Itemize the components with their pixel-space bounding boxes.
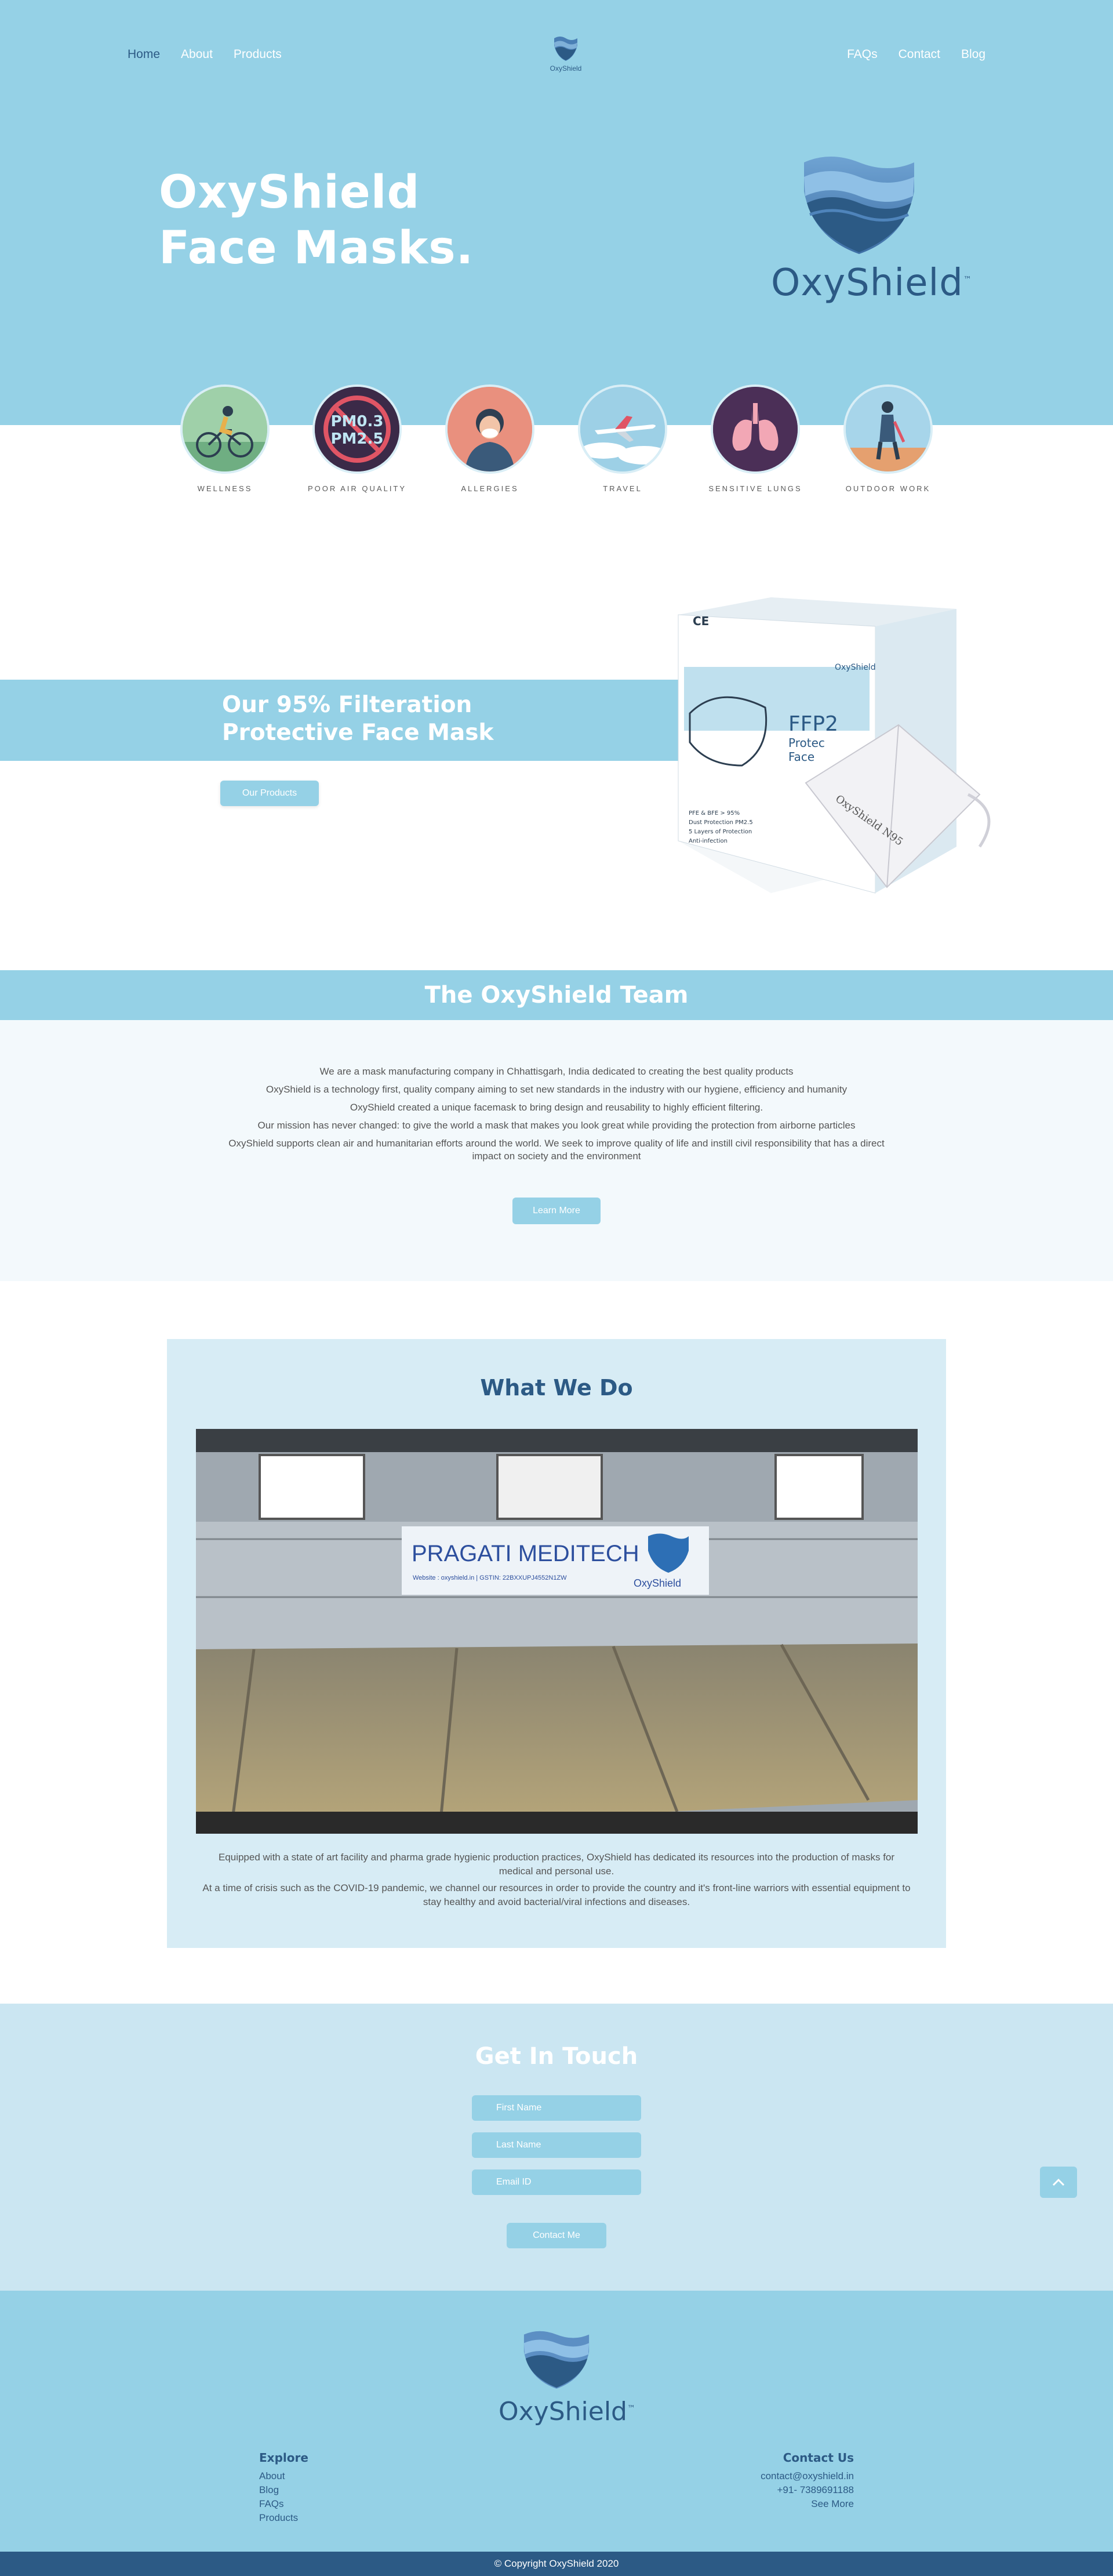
team-line: OxyShield is a technology first, quality… — [265, 1084, 848, 1095]
svg-text:Anti-infection: Anti-infection — [689, 838, 728, 844]
team-description: We are a mask manufacturing company in C… — [220, 1065, 893, 1168]
pm-particles-icon: PM0.3 PM2.5 — [312, 384, 402, 474]
usecase-outdoor-work: OUTDOOR WORK — [836, 384, 940, 493]
usecase-allergies: ALLERGIES — [438, 384, 542, 493]
contact-us-heading: Contact Us — [783, 2451, 854, 2465]
copyright-bar: © Copyright OxyShield 2020 — [0, 2552, 1113, 2576]
filtration-title: Our 95% Filteration Protective Face Mask — [222, 691, 493, 747]
nav-contact[interactable]: Contact — [899, 48, 940, 61]
shield-icon — [554, 37, 577, 61]
contact-title: Get In Touch — [475, 2043, 638, 2070]
filtration-title-line2: Protective Face Mask — [222, 720, 494, 746]
facility-photo: PRAGATI MEDITECH Website : oxyshield.in … — [196, 1429, 918, 1834]
footer-explore: Explore About Blog FAQs Products — [259, 2451, 308, 2525]
usecase-poor-air: PM0.3 PM2.5 POOR AIR QUALITY — [305, 384, 409, 493]
team-header: The OxyShield Team — [0, 970, 1113, 1020]
hero-title-line1: OxyShield — [159, 166, 420, 219]
worker-icon — [843, 384, 933, 474]
svg-text:Protec: Protec — [788, 736, 825, 750]
nav-logo-text: OxyShield — [550, 64, 582, 72]
footer-email[interactable]: contact@oxyshield.in — [761, 2469, 854, 2483]
footer-link-products[interactable]: Products — [259, 2511, 308, 2525]
nav-logo[interactable]: OxyShield — [545, 32, 587, 72]
footer-phone[interactable]: +91- 7389691188 — [761, 2483, 854, 2497]
nav-about[interactable]: About — [181, 48, 213, 61]
learn-more-button[interactable]: Learn More — [512, 1198, 601, 1224]
svg-text:PM0.3: PM0.3 — [331, 413, 384, 430]
scroll-to-top-button[interactable] — [1040, 2167, 1077, 2198]
usecase-label: ALLERGIES — [461, 484, 519, 493]
usecase-label: POOR AIR QUALITY — [307, 484, 407, 493]
lungs-icon — [711, 384, 800, 474]
last-name-field[interactable] — [472, 2132, 641, 2158]
team-section: We are a mask manufacturing company in C… — [0, 1020, 1113, 1281]
svg-text:PM2.5: PM2.5 — [331, 430, 384, 448]
team-line: OxyShield created a unique facemask to b… — [350, 1102, 763, 1113]
product-box-image: CE OxyShield FFP2 Protec Face PFE & BFE … — [655, 592, 997, 899]
svg-text:OxyShield: OxyShield — [835, 663, 876, 672]
nav-left: Home About Products — [128, 48, 282, 61]
footer-contact: Contact Us contact@oxyshield.in +91- 738… — [761, 2451, 854, 2511]
footer-link-faqs[interactable]: FAQs — [259, 2497, 308, 2511]
svg-text:5 Layers of Protection: 5 Layers of Protection — [689, 829, 752, 835]
nav-faqs[interactable]: FAQs — [847, 48, 878, 61]
our-products-button[interactable]: Our Products — [220, 781, 319, 806]
footer-logo-text: OxyShield™ — [499, 2397, 635, 2426]
contact-section: Get In Touch Contact Me — [0, 2004, 1113, 2291]
nav-right: FAQs Contact Blog — [847, 48, 985, 61]
filtration-title-line1: Our 95% Filteration — [222, 692, 472, 718]
usecase-label: TRAVEL — [603, 484, 642, 493]
what-we-do-description: Equipped with a state of art facility an… — [202, 1851, 911, 1912]
shield-logo-icon — [804, 157, 914, 254]
usecase-travel: TRAVEL — [570, 384, 675, 493]
footer-logo: OxyShield™ — [499, 2324, 635, 2426]
allergy-person-icon — [445, 384, 534, 474]
email-field[interactable] — [472, 2169, 641, 2195]
svg-text:FFP2: FFP2 — [788, 712, 838, 736]
svg-text:Dust Protection PM2.5: Dust Protection PM2.5 — [689, 819, 753, 826]
what-we-do-section: What We Do PRAGATI MEDITECH Website : ox… — [167, 1339, 946, 1948]
usecase-label: SENSITIVE LUNGS — [708, 484, 802, 493]
usecase-wellness: WELLNESS — [173, 384, 277, 493]
airplane-icon — [578, 384, 667, 474]
svg-text:OxyShield: OxyShield — [634, 1577, 681, 1589]
wwd-line: At a time of crisis such as the COVID-19… — [202, 1882, 911, 1907]
svg-text:PFE & BFE > 95%: PFE & BFE > 95% — [689, 810, 740, 817]
explore-heading: Explore — [259, 2451, 308, 2465]
first-name-field[interactable] — [472, 2095, 641, 2121]
nav-blog[interactable]: Blog — [961, 48, 985, 61]
footer: OxyShield™ Explore About Blog FAQs Produ… — [0, 2291, 1113, 2552]
hero-logo-text: OxyShield™ — [771, 262, 972, 304]
usecase-lungs: SENSITIVE LUNGS — [703, 384, 808, 493]
svg-text:PRAGATI MEDITECH: PRAGATI MEDITECH — [412, 1541, 639, 1566]
footer-link-about[interactable]: About — [259, 2469, 308, 2483]
shield-logo-icon — [523, 2331, 590, 2389]
team-title: The OxyShield Team — [424, 982, 689, 1008]
footer-see-more[interactable]: See More — [761, 2497, 854, 2511]
chevron-up-icon — [1052, 2178, 1065, 2186]
team-line: We are a mask manufacturing company in C… — [319, 1066, 794, 1077]
svg-text:CE: CE — [693, 614, 709, 628]
svg-text:Face: Face — [788, 750, 814, 764]
nav-products[interactable]: Products — [234, 48, 282, 61]
contact-me-button[interactable]: Contact Me — [507, 2223, 606, 2248]
hero-title-line2: Face Masks. — [159, 222, 474, 274]
footer-link-blog[interactable]: Blog — [259, 2483, 308, 2497]
cyclist-icon — [180, 384, 270, 474]
team-line: OxyShield supports clean air and humanit… — [228, 1138, 885, 1162]
hero-section: Home About Products OxyShield FAQs Conta… — [0, 0, 1113, 425]
team-line: Our mission has never changed: to give t… — [257, 1120, 856, 1131]
hero-logo: OxyShield™ — [771, 151, 972, 304]
nav-home[interactable]: Home — [128, 48, 160, 61]
what-we-do-title: What We Do — [480, 1375, 633, 1401]
usecase-label: WELLNESS — [197, 484, 253, 493]
hero-title: OxyShield Face Masks. — [159, 165, 474, 276]
usecase-label: OUTDOOR WORK — [845, 484, 931, 493]
wwd-line: Equipped with a state of art facility an… — [218, 1852, 895, 1877]
svg-text:Website : oxyshield.in | GSTIN: Website : oxyshield.in | GSTIN: 22BXXUPJ… — [413, 1574, 567, 1581]
